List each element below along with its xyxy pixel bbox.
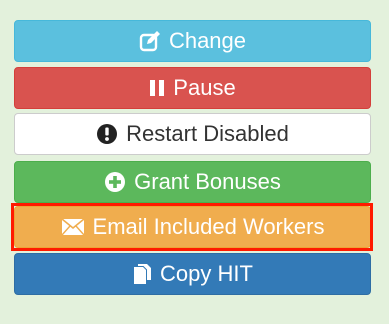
pause-button[interactable]: Pause [14,67,371,109]
pause-icon [149,79,165,97]
change-label: Change [168,28,247,53]
restart-label: Restart Disabled [126,121,289,146]
restart-disabled-button[interactable]: Restart Disabled [14,113,371,155]
copy-label: Copy HIT [160,261,253,286]
plus-circle-icon [104,171,126,193]
pause-label: Pause [173,75,236,100]
grant-label: Grant Bonuses [134,169,281,194]
email-included-workers-button[interactable]: Email Included Workers [14,206,371,248]
exclamation-circle-icon [96,123,118,145]
edit-icon [139,30,161,52]
email-label: Email Included Workers [92,214,325,239]
copy-icon [132,263,152,285]
grant-bonuses-button[interactable]: Grant Bonuses [14,161,371,203]
hit-actions-panel: Change Pause Restart Disabled Grant Bonu… [0,0,389,324]
copy-hit-button[interactable]: Copy HIT [14,253,371,295]
change-button[interactable]: Change [14,20,371,62]
envelope-icon [61,218,85,236]
